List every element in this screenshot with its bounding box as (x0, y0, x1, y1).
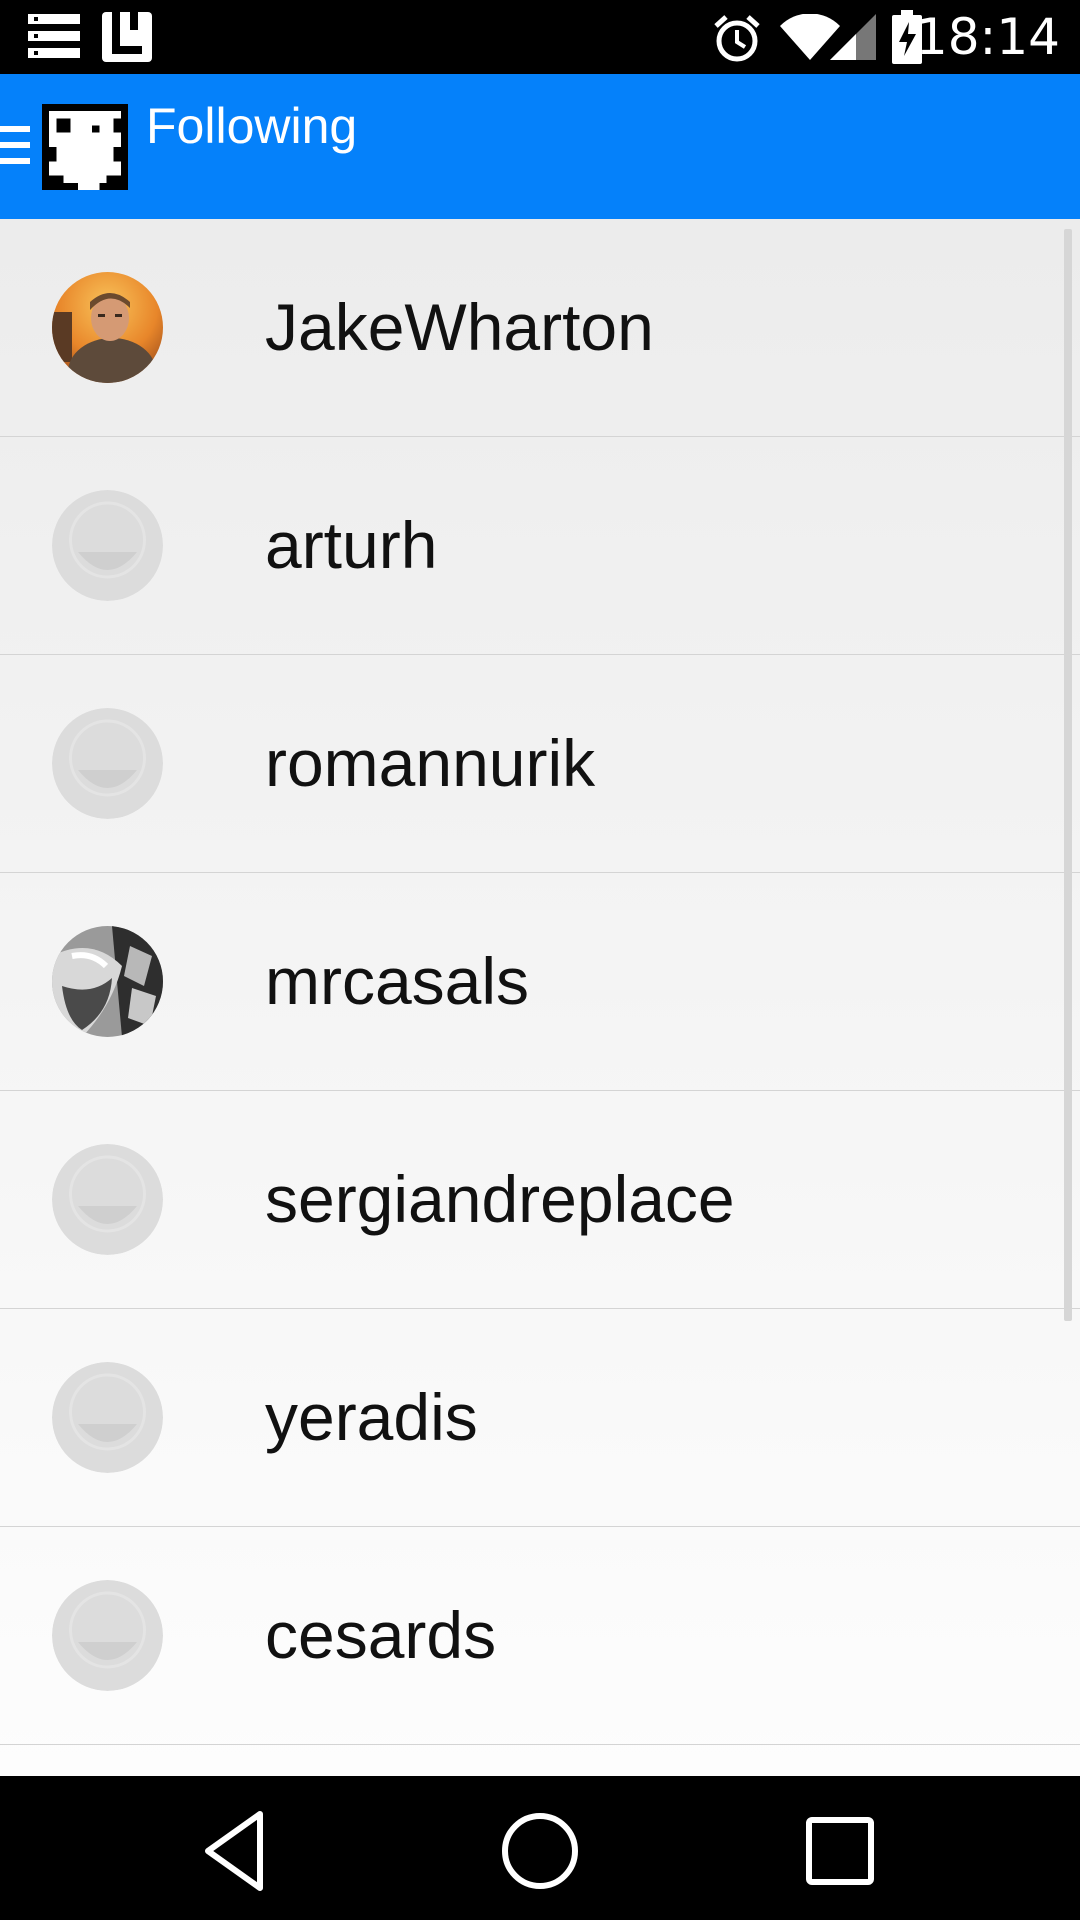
list-item[interactable]: sergiandreplace (0, 1091, 1080, 1309)
list-item[interactable]: romannurik (0, 655, 1080, 873)
username: sergiandreplace (265, 1162, 735, 1236)
notification-menu-icon (28, 14, 80, 58)
scrollbar[interactable] (1064, 229, 1072, 1321)
default-avatar-icon (52, 1144, 163, 1255)
status-bar: 18:14 (0, 0, 1080, 74)
default-avatar-icon (52, 1362, 163, 1473)
avatar (52, 926, 163, 1037)
username: cesards (265, 1598, 497, 1672)
alarm-icon (714, 15, 760, 62)
hamburger-menu-icon[interactable] (0, 126, 30, 168)
default-avatar-icon (52, 1580, 163, 1691)
username: yeradis (265, 1380, 478, 1454)
username: arturh (265, 508, 438, 582)
list-item[interactable]: JakeWharton (0, 219, 1080, 437)
navigation-bar (0, 1776, 1080, 1920)
signal-icon (830, 14, 876, 60)
list-item[interactable]: arturh (0, 437, 1080, 655)
notification-l-icon (102, 12, 152, 62)
username: romannurik (265, 726, 596, 800)
avatar (52, 272, 163, 383)
default-avatar-icon (52, 708, 163, 819)
list-item[interactable]: mrcasals (0, 873, 1080, 1091)
list-item[interactable] (0, 1745, 1080, 1776)
list-item[interactable]: cesards (0, 1527, 1080, 1745)
following-list[interactable]: JakeWharton arturh romannurik mrcasals s… (0, 219, 1080, 1776)
username: JakeWharton (265, 290, 654, 364)
page-title: Following (146, 98, 358, 154)
recents-icon[interactable] (795, 1806, 885, 1896)
default-avatar-icon (52, 490, 163, 601)
status-time: 18:14 (915, 8, 1060, 66)
app-logo-icon[interactable] (42, 104, 128, 190)
back-icon[interactable] (190, 1806, 280, 1896)
username: mrcasals (265, 944, 530, 1018)
home-icon[interactable] (495, 1806, 585, 1896)
app-bar: Following (0, 74, 1080, 219)
list-item[interactable]: yeradis (0, 1309, 1080, 1527)
